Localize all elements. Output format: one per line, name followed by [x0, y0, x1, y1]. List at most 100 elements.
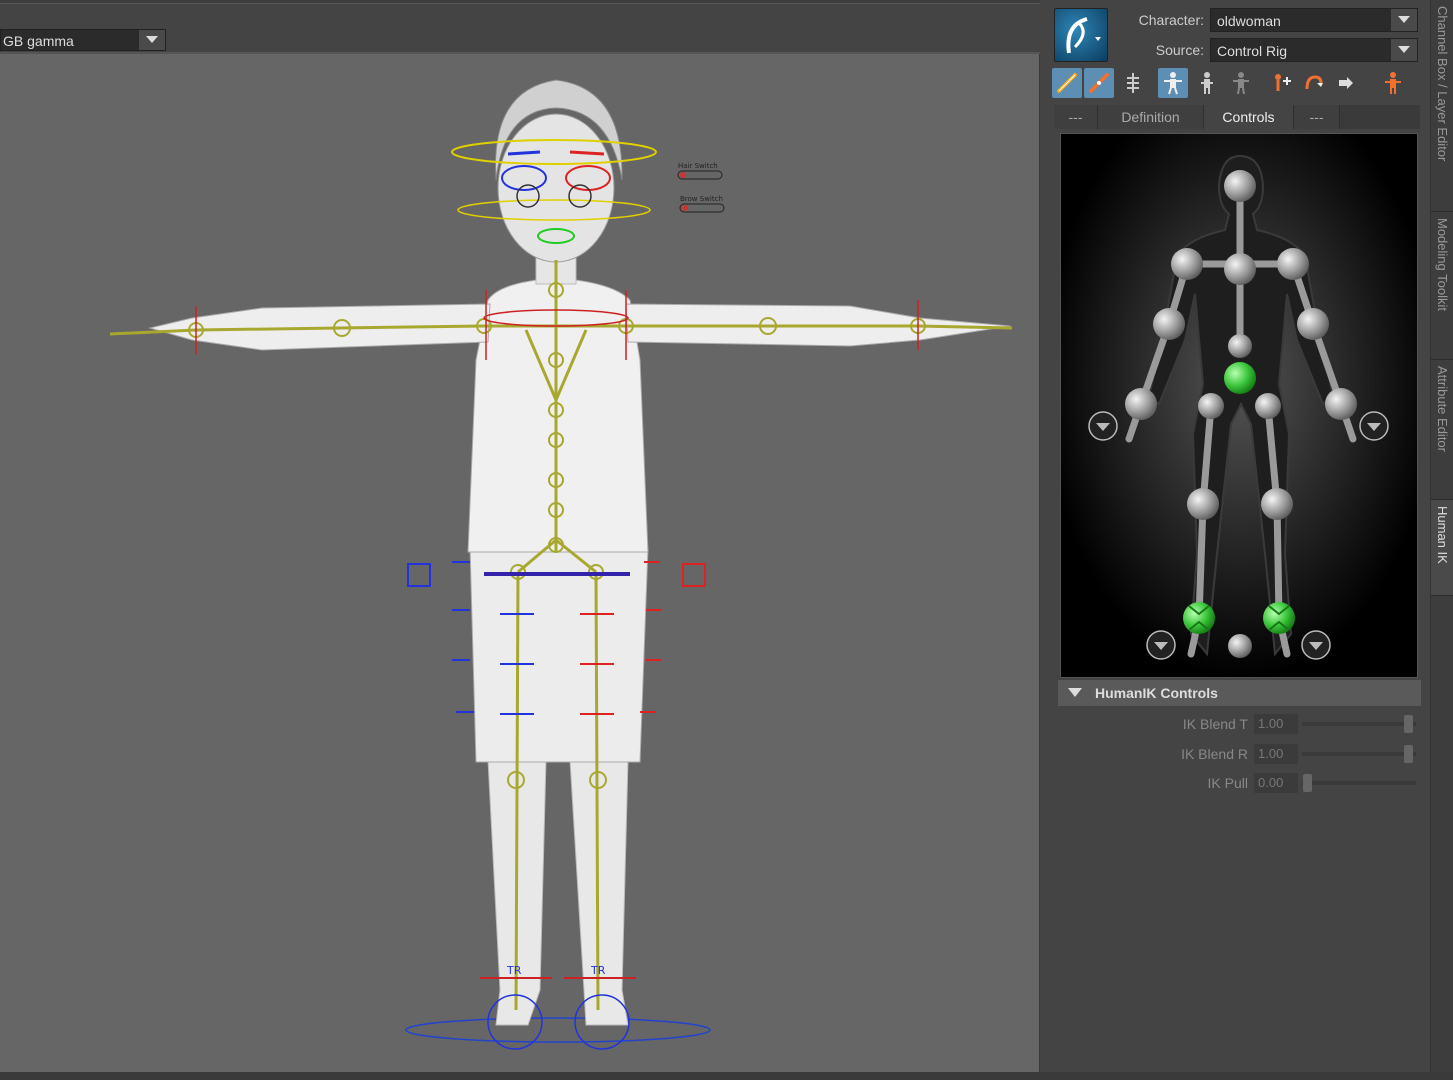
- ik-blend-r-slider-track[interactable]: [1302, 752, 1416, 756]
- bottom-border: [0, 1072, 1453, 1080]
- humanik-toolbar: [1052, 68, 1424, 100]
- side-tab-human-ik[interactable]: Human IK: [1431, 500, 1453, 596]
- side-tab-channel-box-label: Channel Box / Layer Editor: [1435, 6, 1450, 162]
- ground-effector[interactable]: [1228, 634, 1252, 658]
- ik-pull-field[interactable]: 0.00: [1254, 773, 1298, 793]
- right-hand-expand-icon[interactable]: [1359, 411, 1389, 441]
- maya-window: GB gamma Hair Switch Brow Switch TR TR C…: [0, 0, 1453, 1080]
- skeleton-icon: [1127, 73, 1139, 93]
- side-tab-modeling-toolkit-label: Modeling Toolkit: [1435, 218, 1450, 311]
- ik-pull-slider-knob[interactable]: [1303, 774, 1312, 792]
- source-dropdown[interactable]: Control Rig: [1210, 38, 1418, 62]
- pin-rotation-icon: [1305, 75, 1323, 90]
- color-space-value: GB gamma: [3, 33, 74, 49]
- right-shoulder-effector[interactable]: [1277, 248, 1309, 280]
- character-active-icon: [1164, 72, 1182, 95]
- left-foot-expand-icon[interactable]: [1146, 630, 1176, 660]
- torso-mesh: [467, 277, 649, 553]
- left-knee-effector[interactable]: [1187, 488, 1219, 520]
- section-title: HumanIK Controls: [1095, 685, 1218, 701]
- character-active-button[interactable]: [1158, 68, 1188, 98]
- tab-placeholder-left[interactable]: ---: [1054, 105, 1098, 129]
- left-wrist-effector[interactable]: [1125, 388, 1157, 420]
- left-ankle-effector[interactable]: [1183, 602, 1215, 634]
- character-orange-button[interactable]: [1378, 68, 1408, 98]
- pin-rotation-button[interactable]: [1298, 68, 1328, 98]
- ik-pull-slider-track[interactable]: [1302, 781, 1416, 785]
- ground-control-ellipse[interactable]: [405, 1017, 711, 1043]
- tab-controls[interactable]: Controls: [1204, 105, 1294, 129]
- ik-blend-t-slider-track[interactable]: [1302, 722, 1416, 726]
- ik-blend-r-label: IK Blend R: [1181, 746, 1248, 762]
- spine-effector[interactable]: [1228, 334, 1252, 358]
- source-label: Source:: [1155, 42, 1204, 58]
- side-tab-human-ik-label: Human IK: [1435, 506, 1450, 564]
- ik-blend-t-slider-knob[interactable]: [1404, 715, 1413, 733]
- skeleton-button[interactable]: [1118, 68, 1148, 98]
- ik-blend-r-field[interactable]: 1.00: [1254, 744, 1298, 764]
- brow-control-left[interactable]: [507, 150, 541, 156]
- source-value: Control Rig: [1217, 43, 1288, 59]
- character-rig-scene[interactable]: Hair Switch Brow Switch TR TR: [0, 54, 1040, 1072]
- humanik-controls-section-header[interactable]: HumanIK Controls: [1058, 680, 1421, 706]
- chevron-down-icon[interactable]: [1391, 39, 1417, 61]
- humanik-logo-icon: [1066, 17, 1101, 54]
- skirt-mesh: [469, 547, 649, 763]
- viewport-panel[interactable]: GB gamma Hair Switch Brow Switch TR TR: [0, 0, 1040, 1072]
- left-hand-expand-icon[interactable]: [1088, 411, 1118, 441]
- viewport-top-border: [0, 0, 1040, 4]
- pin-translation-button[interactable]: [1266, 68, 1296, 98]
- side-tab-attribute-editor-label: Attribute Editor: [1435, 366, 1450, 452]
- human-ik-panel: Character: oldwoman Source: Control Rig: [1046, 0, 1430, 1080]
- ik-blend-t-label: IK Blend T: [1182, 716, 1248, 732]
- key-button[interactable]: [1332, 68, 1362, 98]
- ik-blend-r-slider-knob[interactable]: [1404, 745, 1413, 763]
- key-icon: [1339, 77, 1353, 89]
- side-tab-modeling-toolkit[interactable]: Modeling Toolkit: [1431, 212, 1453, 360]
- character-grey-button[interactable]: [1226, 68, 1256, 98]
- full-body-ik-icon: [1057, 73, 1077, 93]
- left-hip-effector[interactable]: [1198, 393, 1224, 419]
- character-orange-icon: [1385, 72, 1401, 94]
- left-elbow-effector[interactable]: [1153, 308, 1185, 340]
- side-tab-attribute-editor[interactable]: Attribute Editor: [1431, 360, 1453, 500]
- character-grey-icon: [1233, 72, 1249, 95]
- color-space-dropdown[interactable]: GB gamma: [0, 29, 166, 51]
- human-ik-menu-button[interactable]: [1054, 8, 1108, 62]
- brow-switch-knob[interactable]: [682, 205, 688, 211]
- right-elbow-effector[interactable]: [1297, 308, 1329, 340]
- chevron-down-icon[interactable]: [139, 30, 165, 50]
- right-foot-expand-icon[interactable]: [1301, 630, 1331, 660]
- pin-translation-icon: [1275, 74, 1291, 91]
- tab-definition[interactable]: Definition: [1098, 105, 1204, 129]
- right-knee-pole-vector[interactable]: [682, 563, 706, 587]
- right-hip-effector[interactable]: [1255, 393, 1281, 419]
- chest-effector[interactable]: [1224, 253, 1256, 285]
- right-ankle-effector[interactable]: [1263, 602, 1295, 634]
- ik-blend-r-row: IK Blend R 1.00: [1058, 741, 1421, 767]
- humanik-figure-view[interactable]: [1060, 133, 1418, 678]
- side-tab-channel-box[interactable]: Channel Box / Layer Editor: [1431, 0, 1453, 212]
- character-dropdown[interactable]: oldwoman: [1210, 8, 1418, 32]
- chevron-down-icon[interactable]: [1391, 9, 1417, 31]
- ik-pull-label: IK Pull: [1207, 775, 1248, 791]
- body-part-button[interactable]: [1084, 68, 1114, 98]
- hair-switch-knob[interactable]: [680, 172, 686, 178]
- brow-switch-label: Brow Switch: [680, 195, 723, 203]
- tab-placeholder-right[interactable]: ---: [1294, 105, 1340, 129]
- brow-control-right[interactable]: [569, 150, 605, 156]
- left-knee-pole-vector[interactable]: [407, 563, 431, 587]
- left-shoulder-effector[interactable]: [1171, 248, 1203, 280]
- left-foot-label: TR: [506, 964, 522, 977]
- humanik-body-figure[interactable]: [1061, 134, 1418, 678]
- character-stance-button[interactable]: [1192, 68, 1222, 98]
- head-effector[interactable]: [1224, 170, 1256, 202]
- character-label: Character:: [1138, 12, 1204, 28]
- full-body-ik-button[interactable]: [1052, 68, 1082, 98]
- character-value: oldwoman: [1217, 13, 1281, 29]
- ik-blend-t-field[interactable]: 1.00: [1254, 714, 1298, 734]
- hips-effector[interactable]: [1224, 362, 1256, 394]
- right-knee-effector[interactable]: [1261, 488, 1293, 520]
- ik-blend-t-row: IK Blend T 1.00: [1058, 711, 1421, 737]
- right-wrist-effector[interactable]: [1325, 388, 1357, 420]
